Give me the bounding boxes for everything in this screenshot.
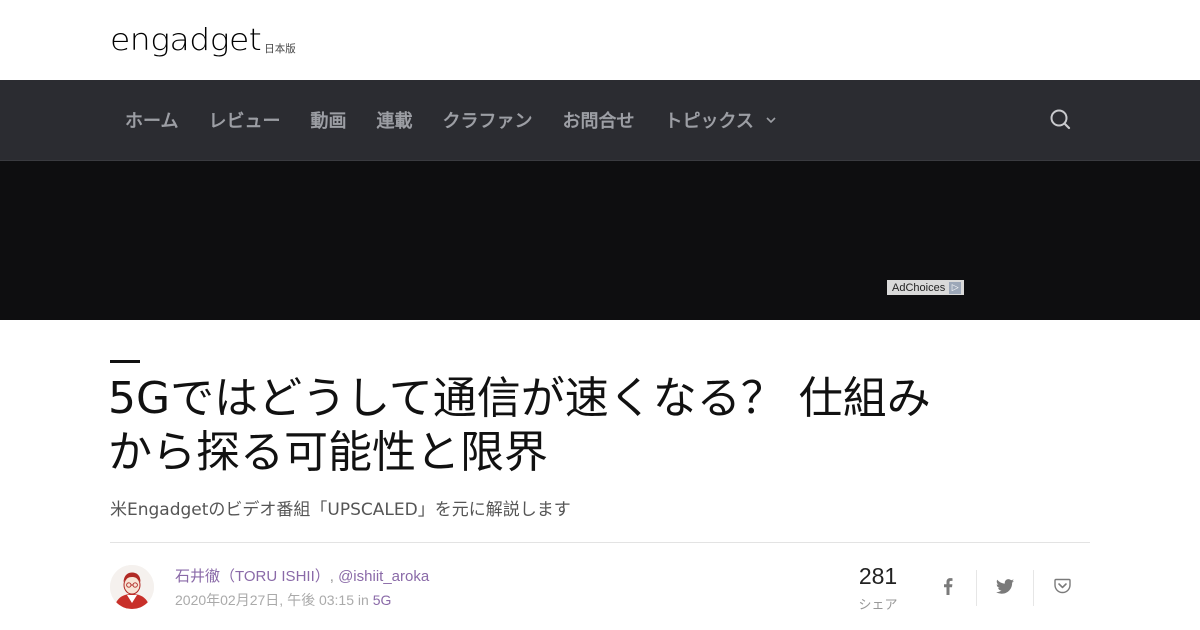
author-twitter-link[interactable]: @ishiit_aroka (338, 568, 429, 585)
facebook-icon (943, 577, 953, 599)
author-separator: , (329, 568, 334, 585)
author-name-link[interactable]: 石井徹（TORU ISHII） (175, 568, 330, 585)
nav-item-label: 動画 (310, 111, 347, 132)
article-title: 5Gではどうして通信が速くなる？ 仕組みから探る可能性と限界 (108, 373, 931, 478)
category-link[interactable]: 5G (373, 592, 392, 608)
search-icon[interactable] (1048, 107, 1074, 133)
nav-item-series[interactable]: 連載 (361, 107, 427, 133)
engadget-logo[interactable]: engadget 日本版 (110, 22, 296, 58)
nav-item-contact[interactable]: お問合せ (547, 107, 649, 133)
nav-item-label: 連載 (376, 111, 413, 132)
edition-label: 日本版 (264, 43, 296, 55)
nav-items: ホーム レビュー 動画 連載 クラファン お問合せ トピックス (110, 80, 791, 160)
pocket-share-button[interactable] (1034, 568, 1090, 608)
share-label: シェア (858, 598, 898, 613)
nav-item-label: レビュー (208, 111, 281, 132)
author-avatar[interactable] (110, 565, 154, 609)
pocket-icon (1053, 578, 1071, 598)
publish-meta: 2020年02月27日, 午後 03:15 in 5G (175, 590, 391, 610)
main-nav: ホーム レビュー 動画 連載 クラファン お問合せ トピックス (0, 80, 1200, 161)
nav-item-video[interactable]: 動画 (295, 107, 361, 133)
in-word: in (357, 592, 369, 608)
nav-item-crowdfunding[interactable]: クラファン (427, 107, 547, 133)
twitter-share-button[interactable] (977, 568, 1033, 608)
adchoices-badge[interactable]: AdChoices ▷ (887, 280, 964, 295)
publish-date: 2020年02月27日, 午後 03:15 (175, 592, 354, 608)
logo-wordmark: engadget (110, 21, 262, 58)
nav-item-label: お問合せ (562, 111, 635, 132)
article-subtitle: 米Engadgetのビデオ番組「UPSCALED」を元に解説します (110, 500, 571, 520)
adchoices-label: AdChoices (892, 281, 946, 294)
nav-item-review[interactable]: レビュー (193, 107, 295, 133)
nav-item-label: ホーム (125, 111, 179, 132)
nav-item-label: トピックス (664, 111, 754, 132)
nav-item-label: クラファン (442, 111, 533, 132)
chevron-down-icon (766, 116, 776, 124)
nav-item-topics[interactable]: トピックス (649, 107, 790, 133)
byline-divider (110, 542, 1090, 543)
nav-item-home[interactable]: ホーム (110, 107, 193, 133)
facebook-share-button[interactable] (920, 568, 976, 608)
share-count: 281 (858, 563, 898, 589)
title-accent-rule (110, 360, 140, 363)
site-header: engadget 日本版 (0, 0, 1200, 80)
adchoices-triangle-icon: ▷ (949, 281, 962, 294)
ad-banner[interactable] (0, 161, 1200, 320)
twitter-icon (996, 578, 1014, 598)
author-line: 石井徹（TORU ISHII）, @ishiit_aroka (175, 565, 429, 586)
